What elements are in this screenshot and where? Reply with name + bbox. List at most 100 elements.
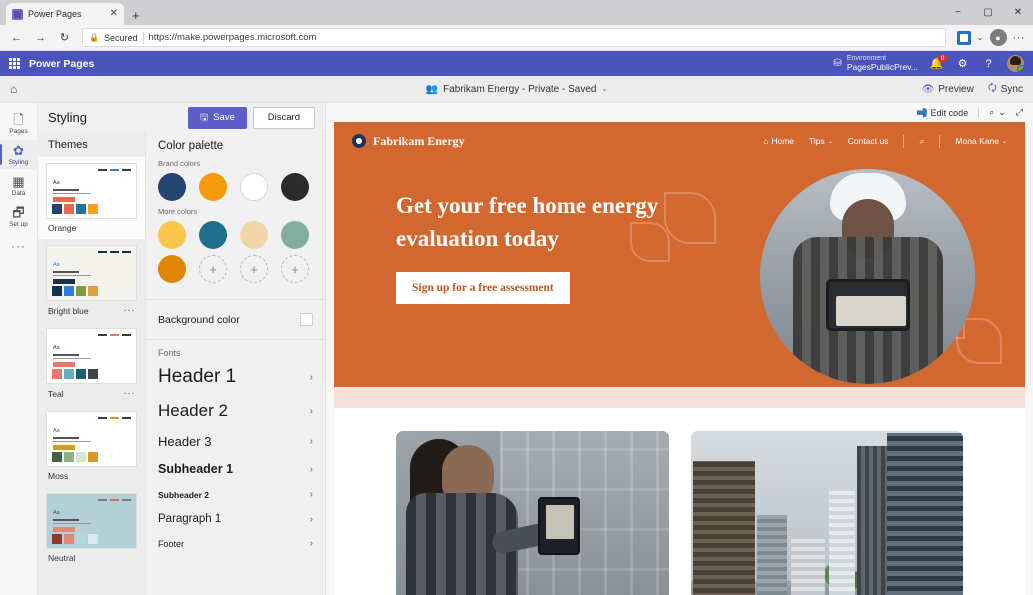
brand-color-swatch[interactable] <box>158 173 186 201</box>
theme-card[interactable]: Aa Orange <box>38 157 145 239</box>
brand-color-swatch[interactable] <box>240 173 268 201</box>
site-nav-tips[interactable]: Tips ⌄ <box>809 136 833 146</box>
reload-icon[interactable]: ↻ <box>56 29 73 46</box>
background-structure <box>499 431 669 595</box>
help-icon[interactable]: ? <box>981 56 996 71</box>
save-button[interactable]: 🖫 Save <box>188 106 247 129</box>
site-user-menu[interactable]: Mona Kane ⌄ <box>955 136 1007 146</box>
user-avatar[interactable] <box>1007 55 1024 72</box>
more-color-swatch[interactable] <box>158 221 186 249</box>
brand-color-swatch[interactable] <box>281 173 309 201</box>
minimize-icon[interactable]: − <box>943 0 973 25</box>
font-label: Header 1 <box>158 366 237 387</box>
font-row-footer[interactable]: Footer › <box>158 532 313 556</box>
forward-icon[interactable]: → <box>32 29 49 46</box>
rail-item-setup[interactable]: 🗗 Set up <box>0 202 38 231</box>
site-brand[interactable]: Fabrikam Energy <box>352 134 465 149</box>
notifications-bell-icon[interactable]: 🔔 8 <box>929 54 947 71</box>
panel-divider <box>146 299 325 300</box>
new-tab-button[interactable]: + <box>132 9 140 22</box>
hero-photo <box>760 169 975 385</box>
site-nav-bar: Fabrikam Energy ⌂ Home Tips ⌄ Contact us <box>334 122 1025 161</box>
woman-with-tablet-photo[interactable] <box>396 431 669 595</box>
extension-icon[interactable] <box>956 30 971 45</box>
theme-menu-icon[interactable]: ··· <box>124 388 136 399</box>
close-tab-icon[interactable]: ✕ <box>110 9 118 19</box>
font-row-header-2[interactable]: Header 2 › <box>158 395 313 428</box>
theme-card[interactable]: Aa Bright blue ··· <box>38 239 145 322</box>
close-window-icon[interactable]: ✕ <box>1003 0 1033 25</box>
themes-heading: Themes <box>48 139 88 151</box>
font-row-subheader-1[interactable]: Subheader 1 › <box>158 456 313 483</box>
site-nav-contact[interactable]: Contact us <box>848 136 889 146</box>
home-icon[interactable]: ⌂ <box>10 82 17 96</box>
browser-profile-avatar[interactable]: ● <box>989 29 1007 46</box>
theme-thumb-nav <box>98 169 131 171</box>
search-icon[interactable]: ⌕ <box>919 136 924 147</box>
font-row-header-3[interactable]: Header 3 › <box>158 428 313 456</box>
background-color-label: Background color <box>158 313 240 326</box>
rail-item-styling[interactable]: ✿ Styling <box>0 140 38 169</box>
theme-card[interactable]: Aa Teal ··· <box>38 322 145 405</box>
add-color-icon[interactable]: + <box>281 255 309 283</box>
app-launcher-icon[interactable] <box>9 58 20 69</box>
edit-code-button[interactable]: Edit code <box>916 107 968 118</box>
vscode-icon <box>916 107 927 118</box>
more-color-swatch[interactable] <box>281 221 309 249</box>
discard-button[interactable]: Discard <box>252 106 315 129</box>
back-icon[interactable]: ← <box>8 29 25 46</box>
environment-selector[interactable]: ⛁ Environment PagesPublicPrev... <box>833 55 918 73</box>
add-color-icon[interactable]: + <box>240 255 268 283</box>
site-preview-canvas[interactable]: Fabrikam Energy ⌂ Home Tips ⌄ Contact us <box>334 122 1025 595</box>
theme-thumb-button <box>53 279 75 284</box>
theme-thumb-line <box>53 357 91 360</box>
add-color-icon[interactable]: + <box>199 255 227 283</box>
sync-button[interactable]: 🗘 Sync <box>988 81 1023 98</box>
panel-divider <box>146 339 325 340</box>
theme-menu-icon[interactable]: ··· <box>124 305 136 316</box>
browser-tab[interactable]: Power Pages ✕ <box>6 3 124 25</box>
environment-label: Environment <box>846 54 887 62</box>
expand-button[interactable]: ⤢ <box>1016 107 1023 118</box>
chevron-right-icon: › <box>309 489 313 500</box>
theme-thumb-aa: Aa <box>53 510 60 516</box>
brand-color-swatch[interactable] <box>199 173 227 201</box>
more-color-swatch[interactable] <box>240 221 268 249</box>
theme-card[interactable]: Aa Moss <box>38 405 145 487</box>
font-row-paragraph-1[interactable]: Paragraph 1 › <box>158 507 313 532</box>
theme-card[interactable]: Aa Neutral <box>38 487 145 569</box>
settings-gear-icon[interactable]: ⚙ <box>955 56 970 71</box>
font-row-header-1[interactable]: Header 1 › <box>158 360 313 395</box>
nav-divider <box>939 134 941 148</box>
zoom-control[interactable]: ⌕ ⌄ <box>989 107 1006 118</box>
address-url: https://make.powerpages.microsoft.com <box>148 32 317 43</box>
city-skyline-photo[interactable] <box>690 431 963 595</box>
save-label: Save <box>213 112 235 123</box>
zoom-magnifier-icon: ⌕ <box>989 107 995 118</box>
save-disk-icon: 🖫 <box>200 111 209 123</box>
chevron-down-icon[interactable]: ⌄ <box>977 33 984 42</box>
rail-more-icon[interactable]: ··· <box>11 239 26 253</box>
theme-thumb-nav <box>98 417 131 419</box>
rail-item-data[interactable]: ▦ Data <box>0 171 38 200</box>
app-header: Power Pages ⛁ Environment PagesPublicPre… <box>0 51 1033 76</box>
site-nav-home[interactable]: ⌂ Home <box>763 136 794 146</box>
hero-section: Get your free home energy evaluation tod… <box>334 160 1025 388</box>
browser-tab-title: Power Pages <box>28 9 82 19</box>
maximize-icon[interactable]: ▢ <box>973 0 1003 25</box>
background-color-row[interactable]: Background color <box>146 304 325 335</box>
site-selector[interactable]: 👥 Fabrikam Energy - Private - Saved ⌄ <box>426 84 608 95</box>
rail-item-pages[interactable]: 🗋 Pages <box>0 109 38 138</box>
browser-more-icon[interactable]: ··· <box>1013 32 1026 44</box>
more-color-swatch[interactable] <box>158 255 186 283</box>
chevron-right-icon: › <box>309 513 313 525</box>
styling-panel: Styling 🖫 Save Discard Themes Aa Orange Aa… <box>38 103 326 595</box>
more-color-swatch[interactable] <box>199 221 227 249</box>
background-color-swatch[interactable] <box>300 313 313 326</box>
app-title: Power Pages <box>29 57 95 70</box>
address-bar[interactable]: 🔒 Secured https://make.powerpages.micros… <box>82 28 946 47</box>
font-row-subheader-2[interactable]: Subheader 2 › <box>158 483 313 507</box>
hero-cta-button[interactable]: Sign up for a free assessment <box>396 271 570 304</box>
theme-swatches <box>52 204 98 214</box>
preview-button[interactable]: 👁 Preview <box>922 84 974 95</box>
